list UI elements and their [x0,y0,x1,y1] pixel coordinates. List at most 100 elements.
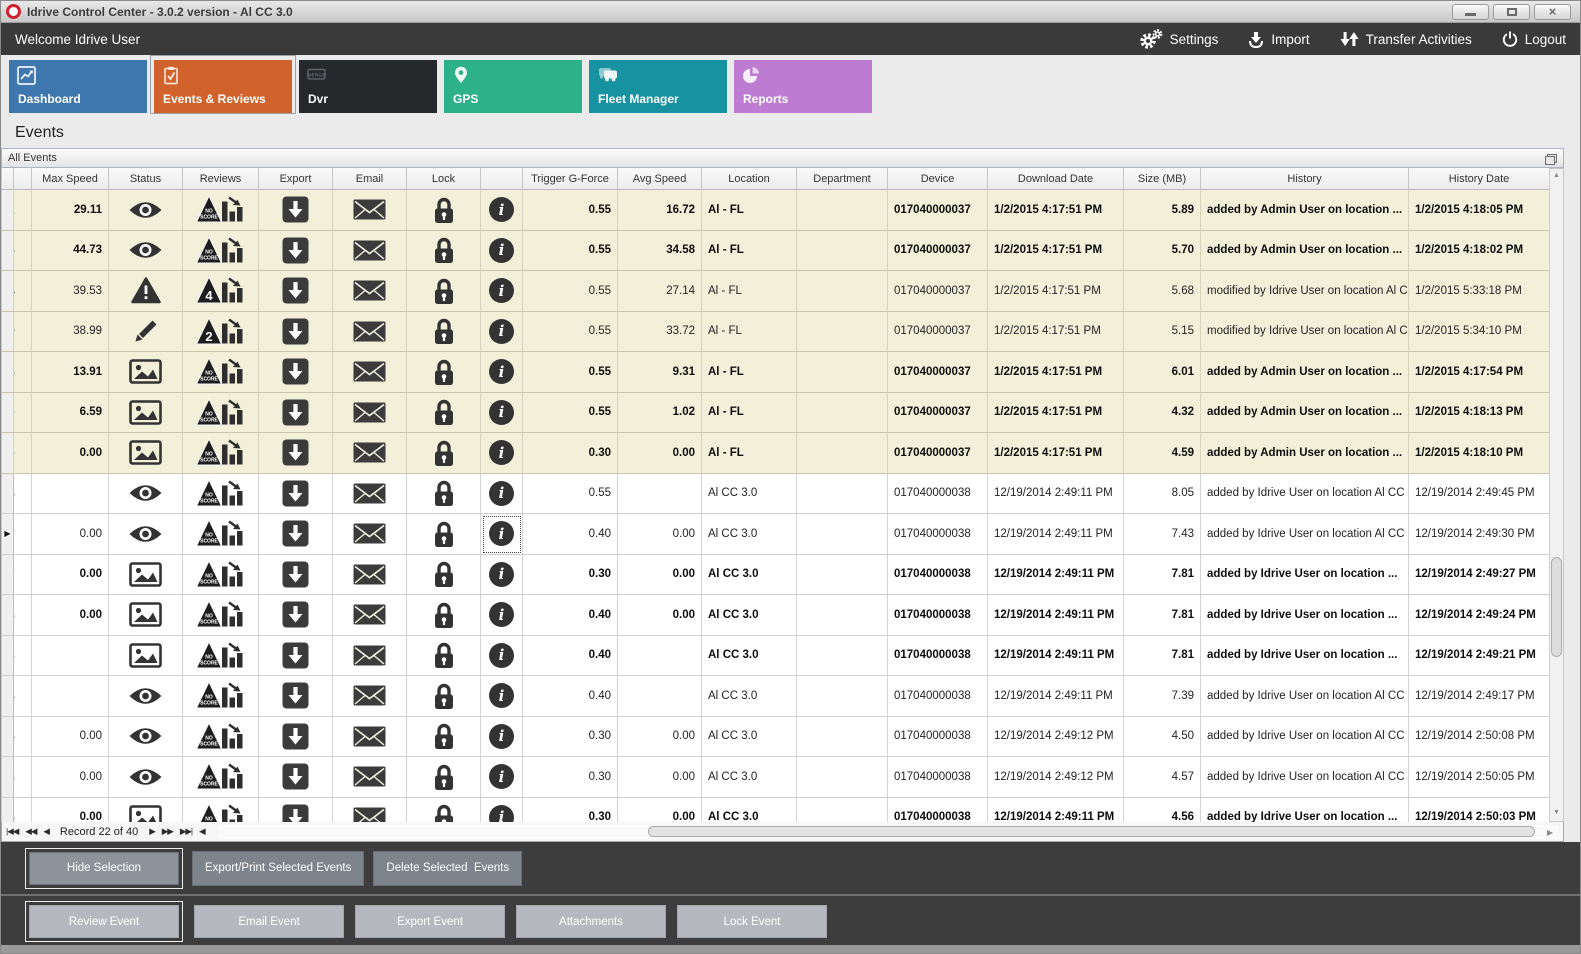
table-row[interactable]: 2 29.11 [2,190,1549,231]
tab-events-reviews[interactable]: Events & Reviews [154,60,292,113]
next-record-button[interactable]: ▶ [149,826,155,837]
column-header-size-mb-[interactable]: Size (MB) [1124,168,1201,190]
email-event-button[interactable]: Email Event [194,905,344,938]
cell-reviews[interactable]: NOSCORE [183,595,259,636]
cell-info[interactable]: i [481,231,523,272]
import-menu-item[interactable]: Import [1248,31,1309,48]
cell-export[interactable] [259,231,333,272]
cell-lock[interactable] [407,393,481,434]
cell-reviews[interactable]: NOSCORE [183,231,259,272]
cell-lock[interactable] [407,352,481,393]
cell-export[interactable] [259,190,333,231]
cell-reviews[interactable]: NOSCORE [183,433,259,474]
cell-info[interactable]: i [481,757,523,798]
tab-dvr[interactable]: MERGE Dvr [299,60,437,113]
cell-email[interactable] [333,757,407,798]
table-row[interactable]: ▶ 7 0.00 [2,514,1549,555]
cell-export[interactable] [259,271,333,312]
cell-lock[interactable] [407,514,481,555]
cell-info[interactable]: i [481,717,523,758]
cell-info[interactable]: i [481,595,523,636]
cell-email[interactable] [333,231,407,272]
table-row[interactable]: 9 38.99 [2,312,1549,353]
hscroll-left-icon[interactable]: ◀ [199,826,205,837]
table-row[interactable]: 8 [2,636,1549,677]
lock-event-button[interactable]: Lock Event [677,905,827,938]
column-header-blank[interactable] [481,168,523,190]
cell-info[interactable]: i [481,555,523,596]
cell-info[interactable]: i [481,474,523,515]
column-header-avg-speed[interactable]: Avg Speed [618,168,702,190]
table-row[interactable]: 5 0.00 [2,595,1549,636]
cell-export[interactable] [259,474,333,515]
table-row[interactable]: 8 0.00 [2,757,1549,798]
column-header-max-speed[interactable]: Max Speed [32,168,109,190]
table-row[interactable]: 5 [2,676,1549,717]
cell-lock[interactable] [407,676,481,717]
column-header-department[interactable]: Department [797,168,888,190]
hscroll-right-icon[interactable]: ▶ [1547,828,1553,837]
column-header-reviews[interactable]: Reviews [183,168,259,190]
cell-export[interactable] [259,757,333,798]
cell-lock[interactable] [407,190,481,231]
table-row[interactable]: 5 44.73 [2,231,1549,272]
cell-lock[interactable] [407,555,481,596]
settings-menu-item[interactable]: Settings [1139,29,1219,49]
cell-reviews[interactable]: NOSCORE [183,636,259,677]
transfer-activities-menu-item[interactable]: Transfer Activities [1340,31,1472,47]
hide-selection-button[interactable]: Hide Selection [29,852,179,885]
cell-info[interactable]: i [481,433,523,474]
tab-dashboard[interactable]: Dashboard [9,60,147,113]
cell-reviews[interactable]: NOSCORE [183,676,259,717]
export-print-selected-button[interactable]: Export/Print Selected Events [192,851,364,886]
cell-reviews[interactable]: NOSCORE [183,190,259,231]
cell-reviews[interactable]: NOSCORE [183,474,259,515]
cell-email[interactable] [333,271,407,312]
cell-lock[interactable] [407,231,481,272]
table-row[interactable]: 5 13.91 [2,352,1549,393]
cell-info[interactable]: i [481,190,523,231]
cell-info[interactable]: i [481,393,523,434]
minimize-button[interactable] [1452,4,1489,20]
close-button[interactable]: × [1534,4,1571,20]
cell-reviews[interactable]: NOSCORE [183,555,259,596]
table-row[interactable]: 4 39.53 [2,271,1549,312]
cell-reviews[interactable]: NOSCORE [183,393,259,434]
cell-lock[interactable] [407,433,481,474]
table-row[interactable]: 0 6.59 [2,393,1549,434]
horizontal-scroll-thumb[interactable] [648,826,1535,837]
cell-export[interactable] [259,676,333,717]
cell-info[interactable]: i [481,352,523,393]
next-page-button[interactable]: ▶▶ [162,826,173,837]
logout-menu-item[interactable]: Logout [1502,31,1566,47]
cell-export[interactable] [259,717,333,758]
column-header-location[interactable]: Location [702,168,797,190]
cell-export[interactable] [259,798,333,823]
cell-lock[interactable] [407,312,481,353]
cell-export[interactable] [259,433,333,474]
cell-email[interactable] [333,190,407,231]
cell-lock[interactable] [407,717,481,758]
cell-reviews[interactable]: NOSCORE [183,757,259,798]
tab-fleet-manager[interactable]: Fleet Manager [589,60,727,113]
cell-lock[interactable] [407,798,481,823]
table-row[interactable]: 5 0.00 [2,798,1549,823]
prev-page-button[interactable]: ◀◀ [25,826,36,837]
cell-email[interactable] [333,352,407,393]
cell-info[interactable]: i [481,676,523,717]
column-header-lock[interactable]: Lock [407,168,481,190]
column-header-export[interactable]: Export [259,168,333,190]
first-record-button[interactable]: |◀◀ [6,826,18,837]
cell-email[interactable] [333,717,407,758]
cell-lock[interactable] [407,271,481,312]
cell-info[interactable]: i [481,636,523,677]
cell-lock[interactable] [407,474,481,515]
column-header-blank[interactable] [14,168,32,190]
scroll-down-icon[interactable]: ▼ [1550,809,1563,816]
cell-export[interactable] [259,312,333,353]
cell-email[interactable] [333,555,407,596]
cell-email[interactable] [333,312,407,353]
cell-info[interactable]: i [481,798,523,823]
delete-selected-button[interactable]: Delete Selected Events [373,851,522,886]
column-header-blank[interactable] [2,168,14,190]
